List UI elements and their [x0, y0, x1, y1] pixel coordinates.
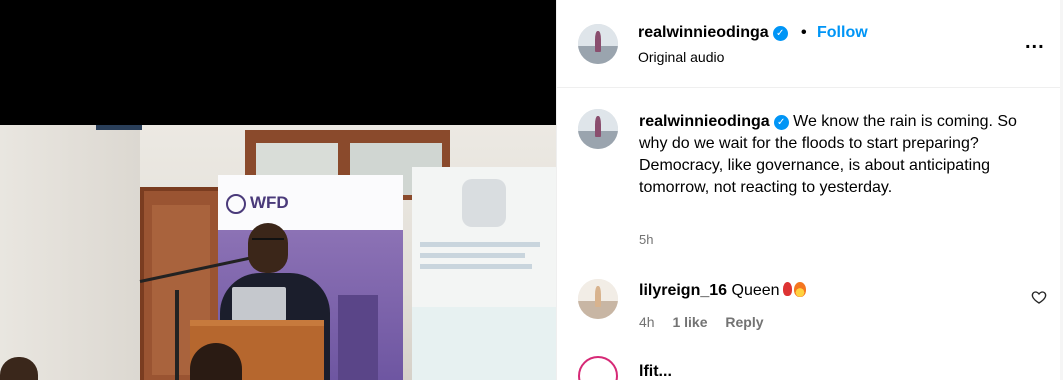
video-frame: WFD — [0, 125, 556, 380]
post-side-panel: realwinnieodinga ✓ • Follow Original audi… — [556, 0, 1063, 380]
original-audio-link[interactable]: Original audio — [638, 49, 724, 65]
post-media[interactable]: WFD — [0, 0, 556, 380]
comment-meta: 4h 1 like Reply — [639, 314, 764, 330]
heart-icon[interactable] — [1031, 289, 1047, 305]
reply-button[interactable]: Reply — [725, 314, 763, 330]
wall — [0, 125, 140, 380]
verified-badge-icon: ✓ — [773, 115, 789, 130]
comment-likes[interactable]: 1 like — [672, 314, 707, 330]
follow-button[interactable]: Follow — [817, 24, 868, 42]
commenter-avatar[interactable] — [578, 356, 618, 380]
commenter-avatar[interactable] — [578, 279, 618, 319]
commenter-username[interactable]: lilyreign_16 — [639, 282, 727, 299]
comment-time[interactable]: 4h — [639, 314, 655, 330]
author-username[interactable]: realwinnieodinga ✓ — [638, 24, 788, 42]
laptop — [232, 287, 286, 321]
author-avatar[interactable] — [578, 24, 618, 64]
crest-icon — [462, 179, 506, 227]
caption-avatar[interactable] — [578, 109, 618, 149]
post-header: realwinnieodinga ✓ • Follow Original audi… — [557, 0, 1063, 88]
caption-text: realwinnieodinga ✓ We know the rain is co… — [639, 113, 1017, 196]
pin-emoji-icon — [782, 282, 792, 296]
verified-badge-icon: ✓ — [772, 26, 788, 41]
university-banner — [412, 167, 556, 380]
post-timestamp[interactable]: 5h — [639, 232, 653, 247]
fire-emoji-icon — [793, 282, 806, 297]
separator: • — [801, 24, 807, 41]
big-ben-graphic — [338, 295, 378, 380]
more-options-icon[interactable]: ... — [1025, 32, 1045, 52]
commenter-username[interactable]: lfit... — [639, 363, 672, 380]
wfd-logo: WFD — [226, 193, 289, 214]
caption-username[interactable]: realwinnieodinga ✓ — [639, 113, 789, 130]
comment-text: lilyreign_16 Queen — [639, 282, 806, 300]
